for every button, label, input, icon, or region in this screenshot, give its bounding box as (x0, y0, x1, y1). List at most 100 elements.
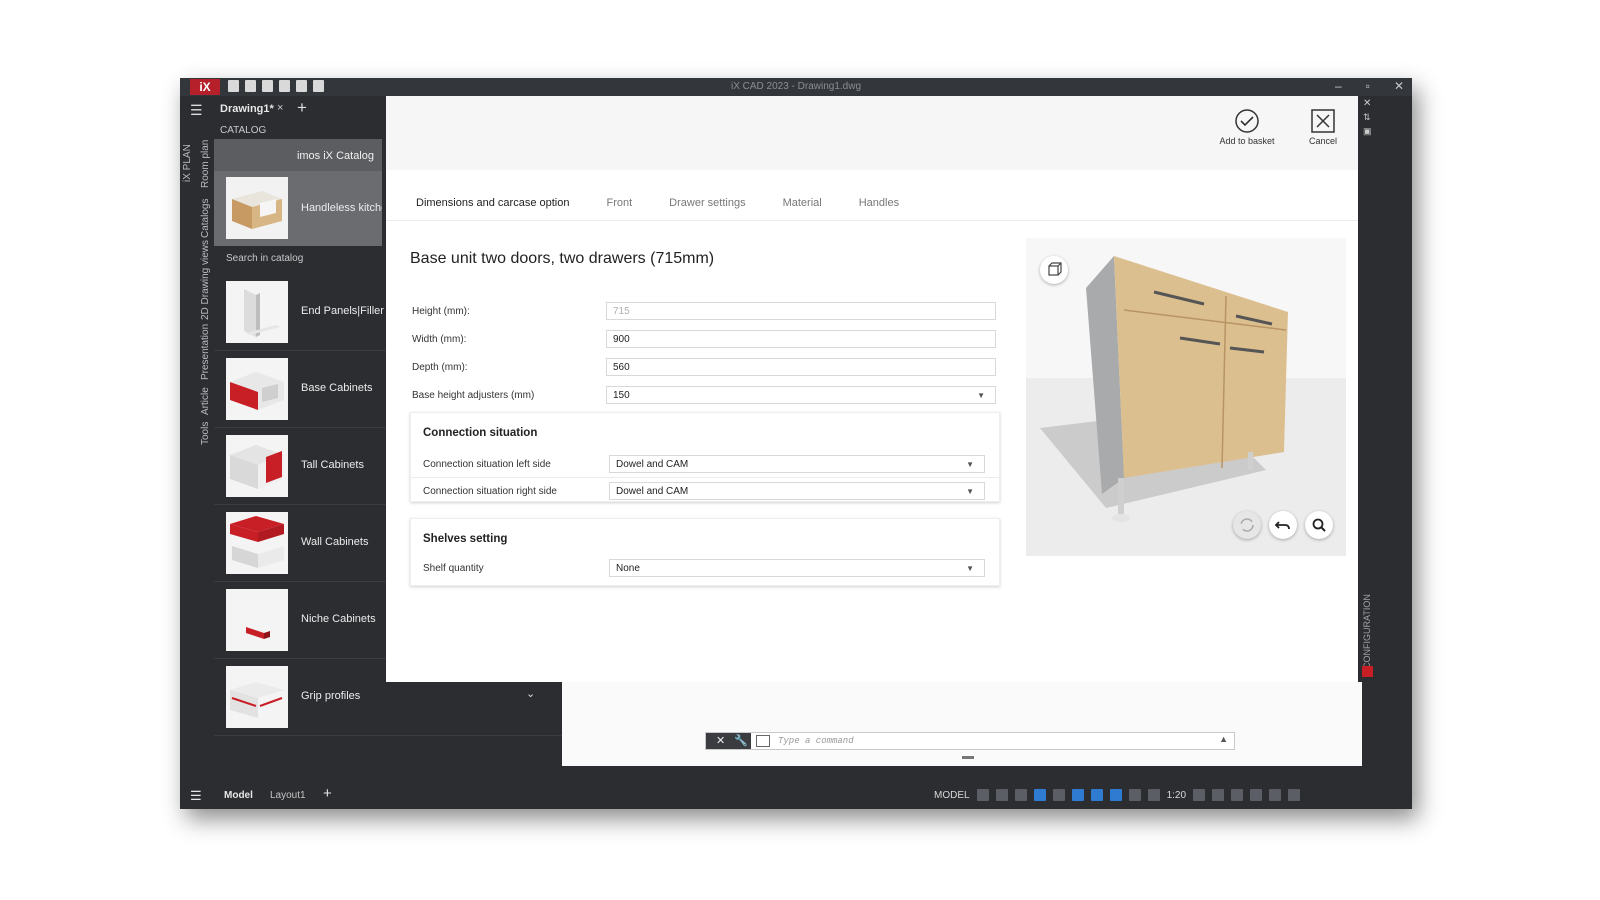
isodraft-icon[interactable] (1052, 789, 1065, 801)
annotation-visibility-icon[interactable] (1109, 789, 1122, 801)
add-to-basket-label: Add to basket (1219, 136, 1275, 146)
cube-icon (1048, 262, 1062, 276)
connection-right-select[interactable]: Dowel and CAM ▼ (609, 482, 985, 500)
end-panels-thumbnail (226, 281, 288, 343)
catalog-item-label: Base Cabinets (301, 382, 373, 394)
close-panel-icon[interactable]: ✕ (1363, 98, 1371, 109)
dropdown-arrow-icon: ▼ (977, 391, 985, 400)
dropdown-arrow-icon: ▼ (966, 487, 974, 496)
undo-button[interactable] (1269, 511, 1297, 539)
chevron-down-icon[interactable]: ⌄ (526, 687, 535, 700)
grid-icon[interactable] (976, 789, 989, 801)
close-box-icon (1311, 109, 1335, 133)
menu-icon[interactable]: ☰ (190, 102, 203, 119)
annotation-icon[interactable] (1090, 789, 1103, 801)
wrench-icon[interactable]: 🔧 (734, 734, 748, 747)
minimize-icon[interactable]: – (1335, 79, 1342, 93)
catalog-root[interactable]: imos iX Catalog (214, 139, 382, 171)
vtab-tools[interactable]: Tools (200, 422, 211, 445)
tab-handles[interactable]: Handles (859, 197, 899, 209)
document-tab[interactable]: Drawing1* (220, 103, 274, 115)
vtab-2d-drawing-views[interactable]: 2D Drawing views (200, 240, 211, 320)
vtab-catalogs[interactable]: Catalogs (200, 199, 211, 238)
check-circle-icon (1235, 109, 1259, 133)
catalog-item-label: Wall Cabinets (301, 536, 369, 548)
autoscale-icon[interactable] (1128, 789, 1141, 801)
isolate-icon[interactable] (1231, 789, 1244, 801)
model-space-label[interactable]: MODEL (934, 790, 970, 801)
vtab-article[interactable]: Article (200, 387, 211, 415)
customize-icon[interactable] (1288, 789, 1301, 801)
catalog-search (214, 246, 382, 274)
shelves-panel: Shelves setting Shelf quantity None ▼ (410, 518, 1000, 586)
add-to-basket-button[interactable]: Add to basket (1212, 108, 1282, 146)
vtab-presentation[interactable]: Presentation (200, 324, 211, 380)
tab-front[interactable]: Front (606, 197, 632, 209)
height-field[interactable]: 715 (606, 302, 996, 320)
fullscreen-icon[interactable] (1269, 789, 1282, 801)
close-icon[interactable]: ✕ (1394, 79, 1404, 93)
connection-panel: Connection situation Connection situatio… (410, 412, 1000, 502)
handleless-kitchen-thumbnail (226, 177, 288, 239)
view-cube-button[interactable] (1040, 256, 1068, 284)
chevron-up-icon[interactable]: ▲ (1219, 734, 1228, 744)
warning-icon[interactable] (1362, 666, 1373, 677)
polar-icon[interactable] (1033, 789, 1046, 801)
search-input[interactable] (224, 252, 378, 265)
resize-handle[interactable] (962, 756, 974, 759)
vtab-ix-plan[interactable]: iX PLAN (182, 144, 193, 182)
catalog-item-label: Grip profiles (301, 690, 361, 702)
model-tab[interactable]: Model (224, 790, 253, 801)
undo-icon (1274, 521, 1290, 530)
scale-label[interactable]: 1:20 (1167, 790, 1186, 801)
add-layout-icon[interactable]: + (323, 785, 332, 802)
connection-left-select[interactable]: Dowel and CAM ▼ (609, 455, 985, 473)
plus-icon[interactable] (1212, 789, 1225, 801)
status-tools: MODEL 1:20 (934, 789, 1301, 801)
tab-material[interactable]: Material (783, 197, 822, 209)
depth-field[interactable]: 560 (606, 358, 996, 376)
cabinet-render (1026, 238, 1346, 556)
ortho-icon[interactable] (1014, 789, 1027, 801)
resize-panel-icon[interactable]: ⇅ (1363, 112, 1371, 123)
selected-item-label: Handleless kitche (301, 202, 382, 214)
height-row: Height (mm): 715 (412, 302, 1002, 322)
menu-icon[interactable]: ☰ (190, 788, 202, 804)
maximize-icon[interactable]: ▫ (1366, 79, 1370, 93)
close-tab-icon[interactable]: × (277, 102, 283, 114)
catalog-selected-item[interactable]: Handleless kitche (214, 171, 382, 246)
drawing-area[interactable]: ✕ 🔧 ▲ (562, 682, 1362, 766)
snap-icon[interactable] (995, 789, 1008, 801)
tab-drawer-settings[interactable]: Drawer settings (669, 197, 745, 209)
status-bar: ☰ Model Layout1 + MODEL 1:20 (180, 782, 1412, 809)
gear-icon[interactable] (1193, 789, 1206, 801)
rotate-button[interactable] (1233, 511, 1261, 539)
command-line: ✕ 🔧 ▲ (705, 732, 1235, 750)
vtab-room-plan[interactable]: Room plan (200, 140, 211, 188)
product-title: Base unit two doors, two drawers (715mm) (410, 250, 715, 267)
connection-right-label: Connection situation right side (423, 486, 557, 497)
command-history-icon[interactable] (756, 735, 770, 747)
shelf-quantity-select[interactable]: None ▼ (609, 559, 985, 577)
shelf-quantity-label: Shelf quantity (423, 563, 484, 574)
tab-dimensions[interactable]: Dimensions and carcase option (416, 197, 569, 209)
osnap-icon[interactable] (1071, 789, 1084, 801)
command-input[interactable] (776, 735, 1160, 747)
add-tab-icon[interactable]: + (297, 98, 307, 118)
width-field[interactable]: 900 (606, 330, 996, 348)
shelf-quantity-row: Shelf quantity None ▼ (423, 559, 987, 579)
zoom-button[interactable] (1305, 511, 1333, 539)
3d-preview[interactable] (1026, 238, 1346, 556)
adjusters-select[interactable]: 150 ▼ (606, 386, 996, 404)
search-icon (1312, 518, 1326, 532)
close-icon[interactable]: ✕ (716, 734, 725, 747)
layout-tab[interactable]: Layout1 (270, 790, 306, 801)
cancel-button[interactable]: Cancel (1288, 108, 1358, 146)
hardware-acceleration-icon[interactable] (1250, 789, 1263, 801)
adjusters-value: 150 (613, 390, 630, 401)
config-tabs: Dimensions and carcase option Front Draw… (416, 197, 899, 209)
pin-panel-icon[interactable]: ▣ (1363, 126, 1372, 137)
adjusters-row: Base height adjusters (mm) 150 ▼ (412, 386, 1002, 406)
grip-profiles-thumbnail (226, 666, 288, 728)
annotation-scale-icon[interactable] (1147, 789, 1160, 801)
